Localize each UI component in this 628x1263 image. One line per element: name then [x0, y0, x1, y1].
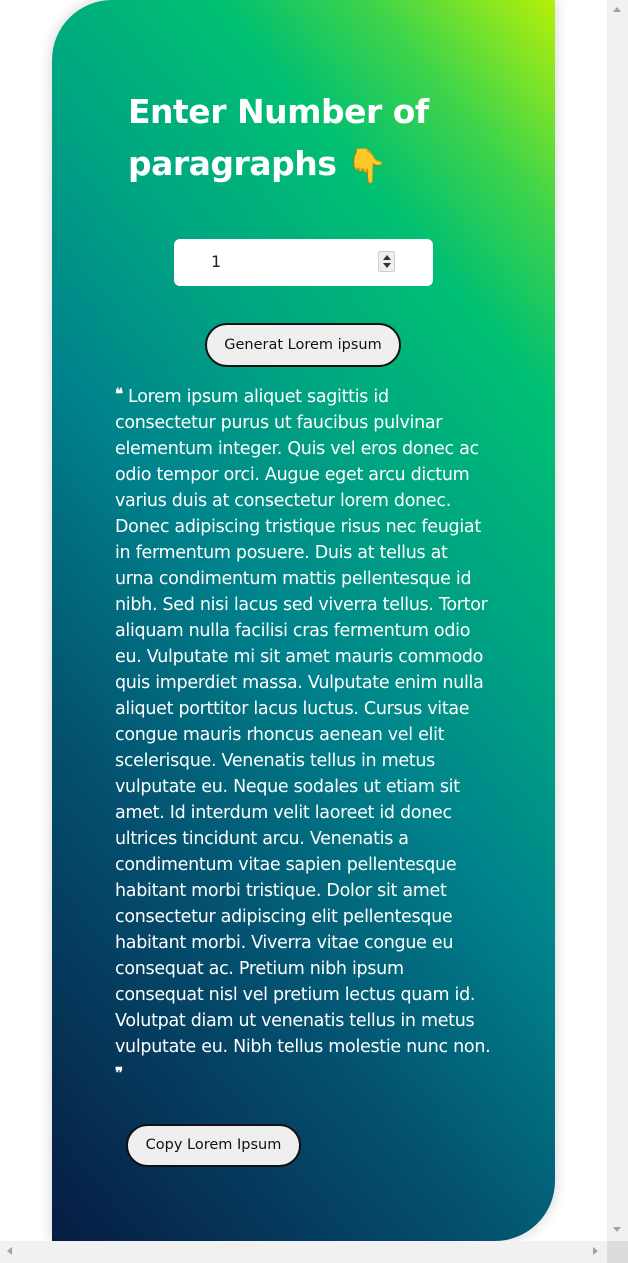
open-quote-icon: ❝: [115, 385, 123, 403]
pointing-down-icon: 👇: [346, 146, 387, 185]
paragraph-count-input[interactable]: 1: [174, 239, 433, 286]
generate-button[interactable]: Generat Lorem ipsum: [205, 323, 401, 367]
generator-card: Enter Number of paragraphs 👇 1 Generat Lo…: [52, 0, 555, 1241]
scroll-down-icon[interactable]: [613, 1227, 621, 1232]
scroll-right-icon[interactable]: [593, 1247, 598, 1255]
browser-viewport: Enter Number of paragraphs 👇 1 Generat Lo…: [0, 0, 628, 1263]
number-stepper[interactable]: [378, 251, 395, 272]
close-quote-icon: ❞: [115, 1064, 123, 1082]
vertical-scrollbar[interactable]: [607, 0, 628, 1241]
copy-button[interactable]: Copy Lorem Ipsum: [126, 1124, 301, 1167]
scrollbar-corner: [607, 1241, 628, 1263]
horizontal-scrollbar[interactable]: [0, 1241, 607, 1263]
page-title: Enter Number of paragraphs 👇: [128, 86, 508, 192]
horizontal-scroll-thumb[interactable]: [18, 1245, 586, 1259]
scroll-up-icon[interactable]: [613, 7, 621, 12]
lorem-text: Lorem ipsum aliquet sagittis id consecte…: [115, 387, 491, 1057]
stepper-up-icon[interactable]: [383, 255, 391, 260]
lorem-output: ❝ Lorem ipsum aliquet sagittis id consec…: [115, 381, 491, 1089]
scroll-left-icon[interactable]: [7, 1247, 12, 1255]
stepper-down-icon[interactable]: [383, 263, 391, 268]
paragraph-count-value[interactable]: 1: [211, 252, 221, 271]
